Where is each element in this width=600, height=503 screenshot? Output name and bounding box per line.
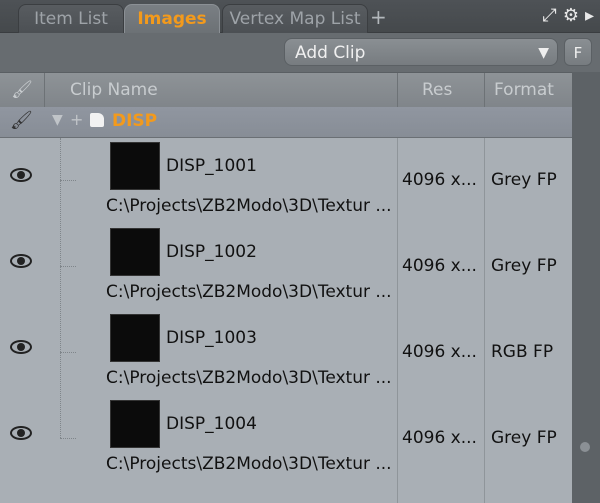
tree-branch: [60, 266, 76, 267]
clip-format: Grey FP: [491, 428, 557, 448]
gear-icon[interactable]: ⚙: [563, 5, 579, 26]
clip-res: 4096 x...: [402, 428, 477, 448]
scroll-knob[interactable]: [580, 442, 590, 452]
images-panel: Item List Images Vertex Map List + ⤢ ⚙ ▸…: [0, 0, 600, 503]
clip-name: DISP_1003: [166, 328, 257, 348]
header-divider: [397, 73, 398, 107]
clip-format: Grey FP: [491, 256, 557, 276]
folder-icon: [90, 113, 104, 127]
header-divider: [44, 73, 45, 107]
clip-format: Grey FP: [491, 170, 557, 190]
panel-controls: ⤢ ⚙ ▸: [542, 5, 594, 26]
column-format[interactable]: Format: [494, 73, 554, 107]
clip-path: C:\Projects\ZB2Modo\3D\Textur ...: [106, 454, 392, 474]
clip-thumbnail: [110, 142, 160, 190]
tab-item-list[interactable]: Item List: [18, 4, 124, 33]
eye-icon[interactable]: [10, 254, 32, 268]
vertical-scrollbar[interactable]: [572, 72, 600, 503]
filter-button[interactable]: F: [564, 38, 592, 66]
clip-path: C:\Projects\ZB2Modo\3D\Textur ...: [106, 368, 392, 388]
paintbrush-icon[interactable]: 🖌: [0, 73, 44, 107]
clip-format: RGB FP: [491, 342, 554, 362]
clip-name: DISP_1002: [166, 242, 257, 262]
images-toolbar: Add Clip ▼ F: [0, 33, 600, 71]
tab-vertex-map-list[interactable]: Vertex Map List: [222, 4, 368, 33]
column-clip-name[interactable]: Clip Name: [70, 73, 158, 107]
group-name: DISP: [112, 111, 158, 131]
table-row[interactable]: DISP_1002 C:\Projects\ZB2Modo\3D\Textur …: [0, 224, 572, 310]
tab-images[interactable]: Images: [124, 4, 220, 33]
table-row[interactable]: DISP_1003 C:\Projects\ZB2Modo\3D\Textur …: [0, 310, 572, 396]
add-clip-label: Add Clip: [295, 43, 366, 63]
clip-res: 4096 x...: [402, 256, 477, 276]
table-row[interactable]: DISP_1004 C:\Projects\ZB2Modo\3D\Textur …: [0, 396, 572, 482]
clip-res: 4096 x...: [402, 170, 477, 190]
paintbrush-icon[interactable]: 🖌: [10, 110, 33, 131]
column-res[interactable]: Res: [422, 73, 452, 107]
clip-res: 4096 x...: [402, 342, 477, 362]
tree-branch: [60, 180, 76, 181]
add-tab-plus-icon[interactable]: +: [370, 5, 387, 29]
tree-branch: [60, 438, 76, 439]
clip-list: DISP_1001 C:\Projects\ZB2Modo\3D\Textur …: [0, 138, 572, 503]
eye-icon[interactable]: [10, 426, 32, 440]
clip-thumbnail: [110, 314, 160, 362]
tree-branch: [60, 352, 76, 353]
tab-bar: Item List Images Vertex Map List + ⤢ ⚙ ▸: [0, 0, 600, 33]
clip-path: C:\Projects\ZB2Modo\3D\Textur ...: [106, 282, 392, 302]
header-divider: [484, 73, 485, 107]
plus-icon[interactable]: +: [70, 110, 83, 129]
clip-path: C:\Projects\ZB2Modo\3D\Textur ...: [106, 196, 392, 216]
chevron-down-icon: ▼: [538, 45, 549, 61]
eye-icon[interactable]: [10, 168, 32, 182]
clip-thumbnail: [110, 228, 160, 276]
expand-triangle-icon[interactable]: ▼: [52, 112, 63, 128]
table-row[interactable]: DISP_1001 C:\Projects\ZB2Modo\3D\Textur …: [0, 138, 572, 224]
list-header: 🖌 Clip Name Res Format: [0, 72, 572, 108]
clip-thumbnail: [110, 400, 160, 448]
clip-group-row[interactable]: 🖌 ▼ + DISP: [0, 107, 572, 138]
chevron-right-icon[interactable]: ▸: [585, 5, 594, 26]
clip-name: DISP_1001: [166, 156, 257, 176]
expand-icon[interactable]: ⤢: [542, 5, 556, 26]
clip-name: DISP_1004: [166, 414, 257, 434]
add-clip-dropdown[interactable]: Add Clip ▼: [284, 38, 558, 66]
eye-icon[interactable]: [10, 340, 32, 354]
